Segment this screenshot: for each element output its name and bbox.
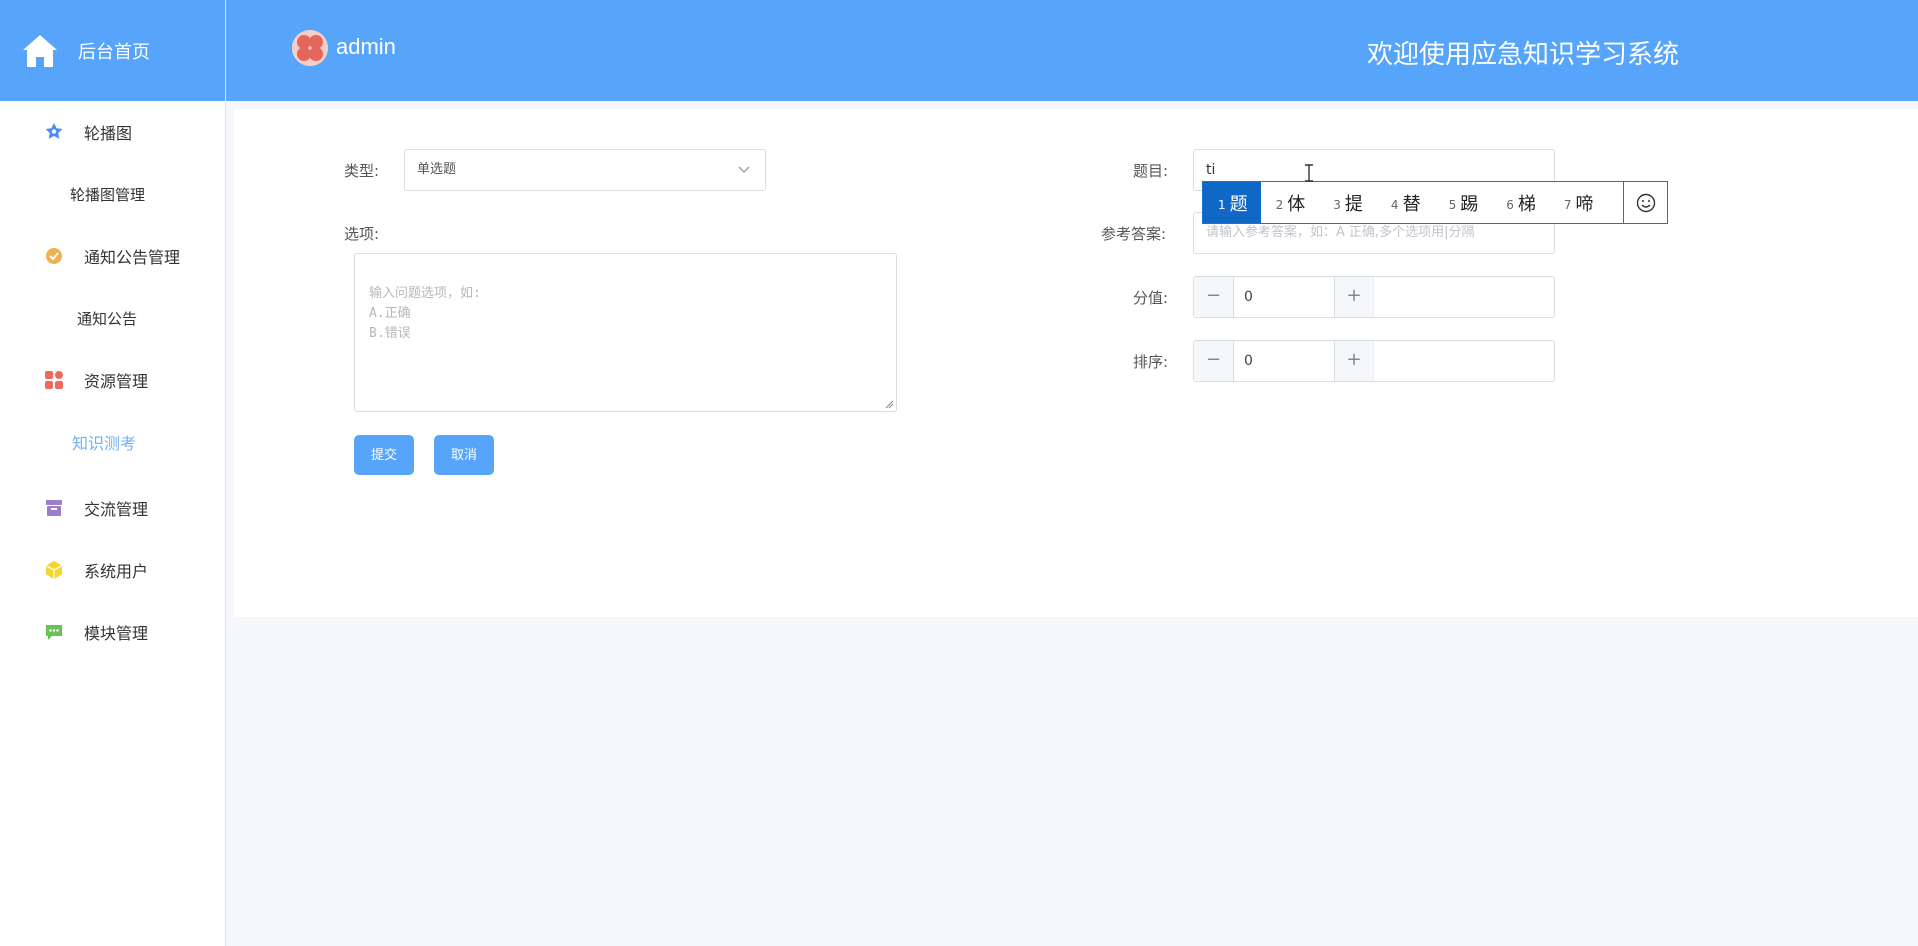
ime-candidate-char: 体 <box>1287 193 1306 215</box>
ime-candidate-index: 1 <box>1218 197 1226 212</box>
answer-label: 参考答案: <box>1101 225 1167 243</box>
gear-badge-icon <box>43 245 65 267</box>
ime-candidate-char: 提 <box>1344 193 1363 215</box>
question-input-value: ti <box>1206 162 1216 178</box>
sidebar-item-label: 模块管理 <box>84 624 149 643</box>
ime-candidate[interactable]: 5踢 <box>1434 182 1492 223</box>
ime-candidate[interactable]: 2体 <box>1261 182 1319 223</box>
sidebar-home-link[interactable]: 后台首页 <box>0 0 225 101</box>
ime-candidate[interactable]: 1题 <box>1203 182 1261 223</box>
sidebar-item-label: 交流管理 <box>84 500 149 519</box>
welcome-title: 欢迎使用应急知识学习系统 <box>1367 40 1680 70</box>
order-stepper[interactable]: − 0 + <box>1193 340 1555 382</box>
star-badge-icon <box>43 121 65 143</box>
order-decrement-button[interactable]: − <box>1194 341 1234 381</box>
sidebar-subitem-label: 知识测考 <box>72 434 137 453</box>
avatar[interactable] <box>292 30 328 66</box>
ime-candidate[interactable]: 6梯 <box>1491 182 1549 223</box>
top-header: admin 欢迎使用应急知识学习系统 <box>226 0 1918 101</box>
resize-grip-icon[interactable] <box>885 400 894 409</box>
options-textarea[interactable]: 输入问题选项，如: A.正确 B.错误 <box>354 253 897 412</box>
ime-candidate[interactable]: 7啼 <box>1549 182 1607 223</box>
type-label: 类型: <box>344 162 380 180</box>
order-label: 排序: <box>1133 353 1169 371</box>
sidebar-item-label: 系统用户 <box>84 562 149 581</box>
ime-candidate-char: 替 <box>1402 193 1421 215</box>
username[interactable]: admin <box>336 34 396 60</box>
sidebar-item-module-manage[interactable]: 模块管理 <box>0 601 225 663</box>
text-cursor-icon <box>1305 164 1313 182</box>
ime-candidate-index: 5 <box>1448 197 1457 212</box>
chevron-down-icon <box>738 166 750 173</box>
sidebar-subitem-carousel-manage[interactable]: 轮播图管理 <box>0 163 225 225</box>
sidebar-subitem-label: 轮播图管理 <box>70 185 146 204</box>
ime-candidate-char: 啼 <box>1575 193 1594 215</box>
score-stepper[interactable]: − 0 + <box>1193 276 1555 318</box>
ime-candidate-index: 3 <box>1333 197 1341 212</box>
home-icon <box>23 34 57 67</box>
type-select-value: 单选题 <box>417 162 457 177</box>
ime-candidate-char: 踢 <box>1460 193 1479 215</box>
order-value[interactable]: 0 <box>1234 341 1334 381</box>
sidebar-item-carousel[interactable]: 轮播图 <box>0 101 225 163</box>
ime-emoji-button[interactable] <box>1623 182 1667 223</box>
sidebar-subitem-label: 通知公告 <box>77 309 138 328</box>
ime-candidate-index: 7 <box>1563 197 1572 212</box>
order-increment-button[interactable]: + <box>1334 341 1374 381</box>
sidebar-item-system-users[interactable]: 系统用户 <box>0 539 225 601</box>
options-placeholder: 输入问题选项，如: A.正确 B.错误 <box>369 286 481 341</box>
ime-candidate-char: 梯 <box>1517 193 1536 215</box>
chat-bubble-icon <box>43 621 65 643</box>
question-label: 题目: <box>1133 162 1169 180</box>
score-decrement-button[interactable]: − <box>1194 277 1234 317</box>
ime-candidate-index: 2 <box>1275 197 1284 212</box>
ime-candidate-index: 6 <box>1506 197 1514 212</box>
smiley-icon <box>1636 193 1655 212</box>
ime-candidate[interactable]: 4替 <box>1376 182 1434 223</box>
score-increment-button[interactable]: + <box>1334 277 1374 317</box>
sidebar-subitem-knowledge-test[interactable]: 知识测考 <box>0 411 225 473</box>
grid-apps-icon <box>43 369 65 391</box>
submit-button[interactable]: 提交 <box>354 435 414 475</box>
sidebar-item-label: 轮播图 <box>84 124 133 143</box>
sidebar-subitem-notice[interactable]: 通知公告 <box>0 287 225 349</box>
score-label: 分值: <box>1133 289 1169 307</box>
sidebar-item-label: 资源管理 <box>84 372 149 391</box>
sidebar: 后台首页 轮播图 轮播图管理 通知公告管理 通知公告 资源管理 知识测考 交流管… <box>0 0 226 946</box>
ime-candidate[interactable]: 3提 <box>1318 182 1376 223</box>
ime-candidate-bar: 1题 2体 3提 4替 5踢 6梯 7啼 <box>1202 181 1668 224</box>
archive-box-icon <box>43 497 65 519</box>
home-label: 后台首页 <box>78 41 150 63</box>
ime-candidate-char: 题 <box>1229 193 1248 215</box>
answer-placeholder: 请输入参考答案，如：A 正确,多个选项用|分隔 <box>1206 225 1475 240</box>
cancel-button[interactable]: 取消 <box>434 435 494 475</box>
ime-candidate-index: 4 <box>1390 197 1399 212</box>
type-select[interactable]: 单选题 <box>404 149 766 191</box>
options-label: 选项: <box>344 225 380 243</box>
sidebar-item-exchange-manage[interactable]: 交流管理 <box>0 477 225 539</box>
sidebar-item-notice-manage[interactable]: 通知公告管理 <box>0 225 225 287</box>
score-value[interactable]: 0 <box>1234 277 1334 317</box>
sidebar-item-label: 通知公告管理 <box>84 248 181 267</box>
cube-icon <box>43 559 65 581</box>
sidebar-item-resource-manage[interactable]: 资源管理 <box>0 349 225 411</box>
